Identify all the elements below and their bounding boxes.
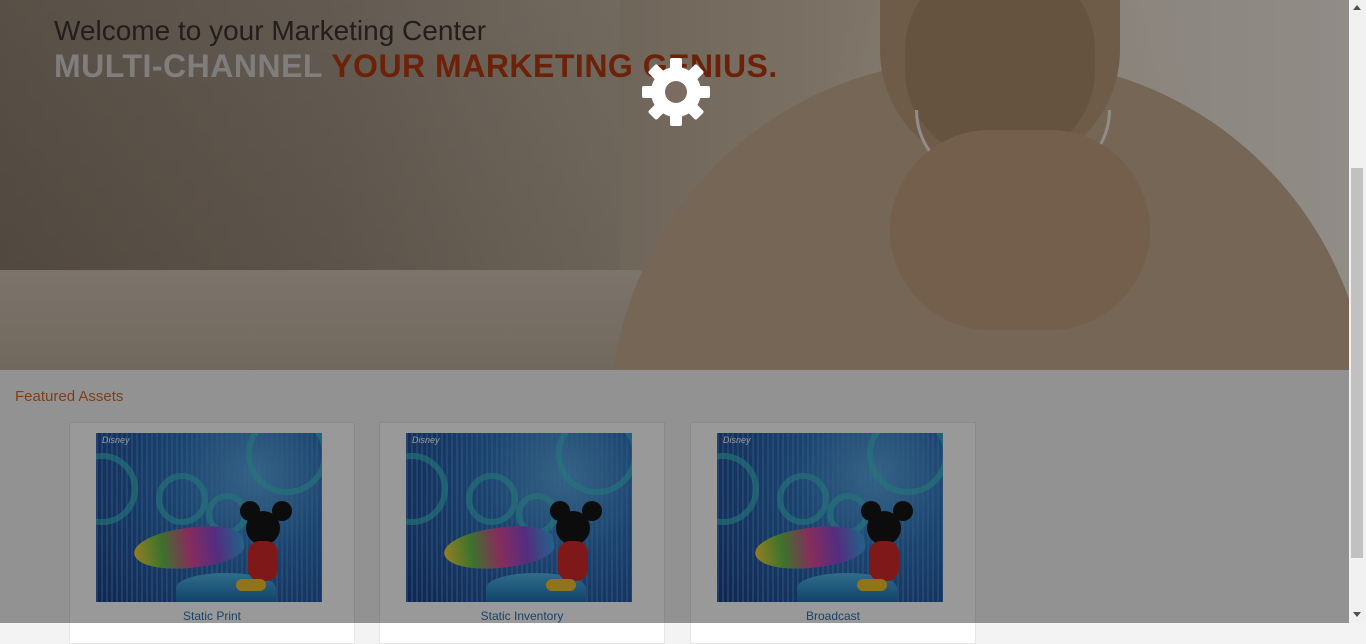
scroll-down-button[interactable]	[1349, 607, 1366, 623]
gear-icon	[642, 58, 710, 126]
scroll-up-button[interactable]	[1349, 0, 1366, 14]
scrollbar-thumb[interactable]	[1351, 168, 1363, 558]
chevron-up-icon	[1353, 5, 1361, 10]
loading-overlay	[0, 0, 1349, 623]
vertical-scrollbar[interactable]	[1349, 0, 1366, 623]
chevron-down-icon	[1353, 612, 1361, 617]
